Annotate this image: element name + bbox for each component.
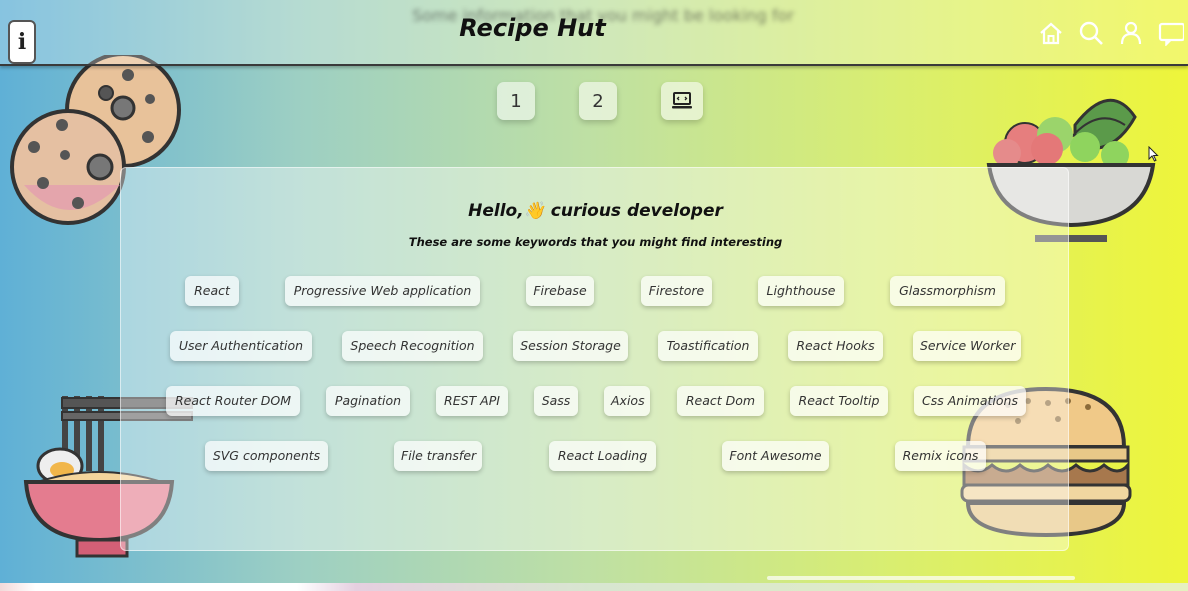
keyword-chip: React Dom (677, 386, 764, 416)
info-button[interactable]: i (8, 20, 36, 64)
keyword-chip: Service Worker (913, 331, 1021, 361)
search-icon[interactable] (1078, 20, 1104, 46)
keyword-chip: Glassmorphism (890, 276, 1005, 306)
keywords-card: Hello,👋 curious developer These are some… (120, 167, 1069, 551)
keyword-chip: Axios (604, 386, 650, 416)
page-2-button[interactable]: 2 (579, 82, 617, 120)
page-1-button[interactable]: 1 (497, 82, 535, 120)
keyword-chip: Firebase (526, 276, 594, 306)
mouse-cursor (1148, 146, 1159, 162)
keyword-chip: Toastification (658, 331, 758, 361)
keyword-chip: Font Awesome (722, 441, 829, 471)
keyword-chip: Remix icons (895, 441, 986, 471)
app-title: Recipe Hut (459, 14, 606, 42)
keywords-subtitle: These are some keywords that you might f… (408, 235, 783, 249)
header-bar: Some information that you might be looki… (0, 0, 1188, 66)
keyword-chip: Progressive Web application (285, 276, 480, 306)
keyword-chip: React Hooks (788, 331, 883, 361)
keyword-chip: React Loading (549, 441, 656, 471)
chat-icon[interactable] (1158, 20, 1184, 46)
user-icon[interactable] (1118, 20, 1144, 46)
keyword-chip: Session Storage (513, 331, 628, 361)
keyword-chip: REST API (436, 386, 508, 416)
horizontal-scrollbar[interactable] (767, 576, 1075, 580)
info-icon: i (17, 29, 27, 55)
laptop-icon (672, 92, 692, 109)
keyword-chip: Sass (534, 386, 578, 416)
keyword-chip: User Authentication (170, 331, 312, 361)
keyword-chip: Pagination (326, 386, 410, 416)
keyword-chip: Lighthouse (758, 276, 844, 306)
keyword-chip: React Tooltip (790, 386, 888, 416)
greeting-heading: Hello,👋 curious developer (468, 201, 723, 221)
keyword-chip: Firestore (641, 276, 712, 306)
developer-button[interactable] (661, 82, 703, 120)
keyword-chip: Speech Recognition (342, 331, 483, 361)
keyword-chip: SVG components (205, 441, 328, 471)
keyword-chip: Css Animations (914, 386, 1026, 416)
home-icon[interactable] (1038, 20, 1064, 46)
keyword-chip: React Router DOM (166, 386, 300, 416)
keyword-chip: File transfer (394, 441, 482, 471)
bottom-strip (0, 583, 1188, 591)
keyword-chip: React (185, 276, 239, 306)
